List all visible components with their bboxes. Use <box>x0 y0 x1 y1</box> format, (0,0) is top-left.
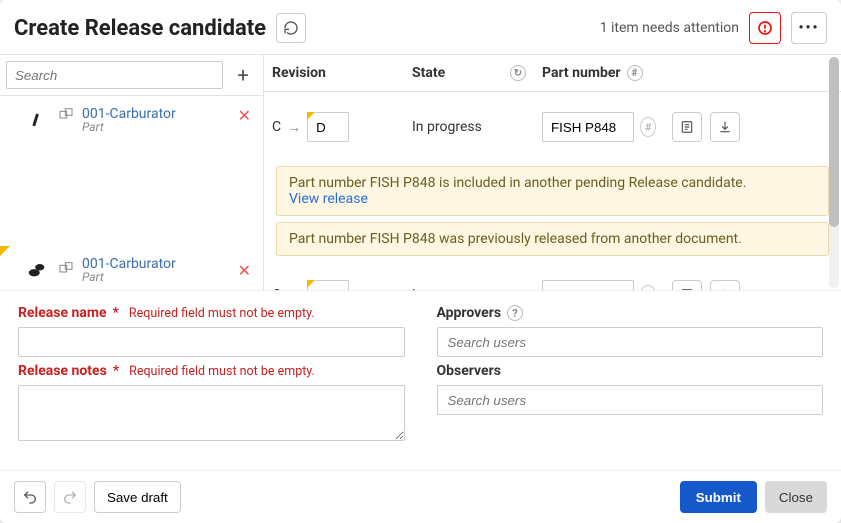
download-icon[interactable] <box>710 280 740 290</box>
rev-from: C <box>272 287 281 290</box>
observers-input[interactable] <box>437 385 824 415</box>
add-item-icon[interactable]: + <box>229 61 257 89</box>
submit-button[interactable]: Submit <box>680 481 757 513</box>
list-item[interactable]: 001-Carburator Part ✕ <box>0 246 263 290</box>
observers-label: Observers <box>437 363 824 379</box>
part-number-input[interactable] <box>542 280 634 290</box>
item-kind: Part <box>82 120 176 134</box>
view-release-link[interactable]: View release <box>289 191 368 207</box>
attention-text: 1 item needs attention <box>600 20 739 36</box>
help-icon[interactable]: ? <box>507 305 523 321</box>
part-number-input[interactable] <box>542 112 634 142</box>
arrow-right-icon: → <box>287 287 301 291</box>
warning-corner-icon <box>307 280 315 288</box>
properties-icon[interactable] <box>672 280 702 290</box>
warning-corner-icon <box>307 112 315 120</box>
release-notes-input[interactable] <box>18 385 405 441</box>
state-cell: In progress <box>404 277 534 290</box>
remove-item-icon[interactable]: ✕ <box>234 261 255 280</box>
save-draft-button[interactable]: Save draft <box>94 481 181 513</box>
page-title: Create Release candidate <box>14 16 266 41</box>
generate-pn-icon[interactable]: # <box>640 117 656 137</box>
properties-icon[interactable] <box>672 112 702 142</box>
scrollbar[interactable] <box>829 57 839 288</box>
table-row: C → In progress # <box>264 262 841 290</box>
state-refresh-icon[interactable]: ↻ <box>510 65 526 81</box>
approvers-input[interactable] <box>437 327 824 357</box>
column-part-number: Part number # <box>534 55 664 91</box>
part-number-gen-icon[interactable]: # <box>627 65 643 81</box>
item-kind: Part <box>82 270 176 284</box>
generate-pn-icon[interactable]: # <box>640 285 656 290</box>
warning-banner: Part number FISH P848 was previously rel… <box>276 222 829 256</box>
assembly-icon <box>58 106 74 126</box>
state-cell: In progress <box>404 109 534 145</box>
release-name-label: Release name * Required field must not b… <box>18 305 405 321</box>
arrow-right-icon: → <box>287 119 301 136</box>
undo-icon[interactable] <box>14 481 46 513</box>
part-thumbnail <box>24 106 50 132</box>
release-name-input[interactable] <box>18 327 405 357</box>
column-revision: Revision <box>264 55 404 91</box>
release-notes-label: Release notes * Required field must not … <box>18 363 405 379</box>
rev-from: C <box>272 119 281 135</box>
close-button[interactable]: Close <box>765 481 827 513</box>
warning-banner: Part number FISH P848 is included in ano… <box>276 166 829 216</box>
more-menu-icon[interactable]: ••• <box>791 12 827 44</box>
attention-icon[interactable] <box>749 12 781 44</box>
remove-item-icon[interactable]: ✕ <box>234 106 255 125</box>
column-state: State ↻ <box>404 55 534 91</box>
download-icon[interactable] <box>710 112 740 142</box>
search-input[interactable] <box>6 61 223 89</box>
warning-corner-icon <box>0 246 10 256</box>
part-thumbnail <box>24 257 50 283</box>
approvers-label: Approvers ? <box>437 305 824 321</box>
list-item[interactable]: 001-Carburator Part ✕ <box>0 96 263 156</box>
assembly-icon <box>58 260 74 280</box>
redo-icon[interactable] <box>54 481 86 513</box>
refresh-icon[interactable] <box>276 13 306 43</box>
table-row: C → In progress # <box>264 92 841 162</box>
